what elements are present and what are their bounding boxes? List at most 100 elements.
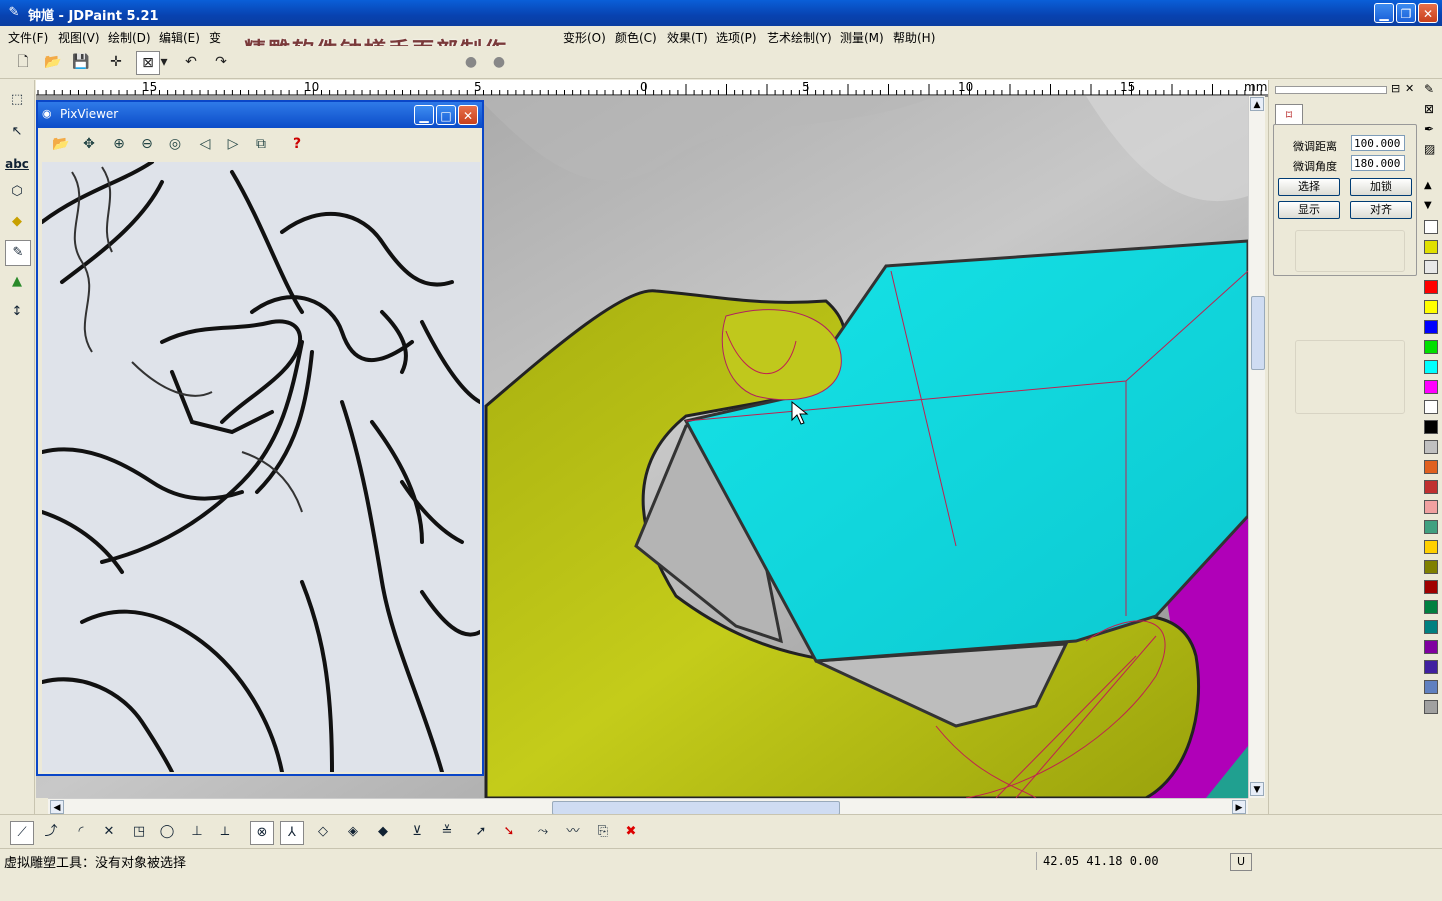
scroll-down-icon[interactable]: ▼ [1250,782,1264,796]
curve-edit-icon[interactable]: ⤳ [532,821,554,843]
palette-picker-icon[interactable]: ✒ [1424,122,1434,136]
vertical-scrollbar[interactable]: ▲ ▼ [1248,96,1265,798]
pixviewer-minimize-button[interactable]: ▁ [414,105,434,125]
color-swatch[interactable] [1424,420,1438,434]
open-file-icon[interactable]: 📂 [42,51,64,73]
align-bottom-icon[interactable]: ⊻ [406,821,428,843]
pix-eye-icon[interactable]: ◎ [164,133,186,155]
perpendicular-icon[interactable]: ⊥ [186,821,208,843]
text-tool-icon[interactable]: abc [5,152,29,176]
color-swatch[interactable] [1424,560,1438,574]
arrow-delete-icon[interactable]: ➘ [498,821,520,843]
pixviewer-window[interactable]: ◉ PixViewer ▁ □ ✕ 📂 ✥ ⊕ ⊖ ◎ ◁ ▷ ⧉ ? [36,100,484,776]
pix-open-icon[interactable]: 📂 [50,133,72,155]
measure-icon[interactable]: ↕ [5,300,29,324]
scroll-up-icon[interactable]: ▲ [1250,97,1264,111]
menu-art-draw[interactable]: 艺术绘制(Y) [767,29,832,46]
color-swatch[interactable] [1424,680,1438,694]
palette-scroll-down-icon[interactable]: ▼ [1424,200,1432,211]
color-swatch[interactable] [1424,480,1438,494]
select-rect-icon[interactable]: ⬚ [5,88,29,112]
color-swatch[interactable] [1424,220,1438,234]
menu-edit[interactable]: 编辑(E) [159,29,200,46]
menu-effect[interactable]: 效果(T) [667,29,708,46]
color-swatch[interactable] [1424,640,1438,654]
color-swatch[interactable] [1424,300,1438,314]
palette-scroll-up-icon[interactable]: ▲ [1424,180,1432,191]
sphere-icon[interactable]: ● [460,51,482,73]
diamond-remove-icon[interactable]: ◆ [372,821,394,843]
palette-hatch-icon[interactable]: ▨ [1424,142,1435,156]
view-box-icon[interactable]: ⊠ [136,51,160,75]
color-swatch[interactable] [1424,700,1438,714]
export-icon[interactable]: ⎘ [592,821,614,843]
sphere-alt-icon[interactable]: ● [488,51,510,73]
align-button[interactable]: 对齐 [1350,201,1412,219]
new-file-icon[interactable]: 🗋 [12,51,34,73]
panel-close-icon[interactable]: ✕ [1405,82,1414,95]
horizontal-scrollbar[interactable]: ◀ ▶ [48,798,1248,815]
shape-tool-icon[interactable]: ⬡ [5,180,29,204]
palette-none-icon[interactable]: ⊠ [1424,102,1434,116]
corner-tool-icon[interactable]: ◳ [128,821,150,843]
pix-prev-icon[interactable]: ◁ [194,133,216,155]
color-swatch[interactable] [1424,660,1438,674]
crosshair-icon[interactable]: ✛ [105,51,127,73]
align-multi-icon[interactable]: ≚ [436,821,458,843]
menu-view[interactable]: 视图(V) [58,29,100,46]
color-swatch[interactable] [1424,460,1438,474]
lock-button[interactable]: 加锁 [1350,178,1412,196]
pix-zoom-out-icon[interactable]: ⊖ [136,133,158,155]
menu-help[interactable]: 帮助(H) [893,29,935,46]
maximize-button[interactable]: ❐ [1396,3,1416,23]
palette-pen-icon[interactable]: ✎ [1424,82,1434,96]
diamond-add-icon[interactable]: ◈ [342,821,364,843]
menu-file[interactable]: 文件(F) [8,29,48,46]
horizontal-scroll-thumb[interactable] [552,801,840,815]
pix-zoom-in-icon[interactable]: ⊕ [108,133,130,155]
color-swatch[interactable] [1424,360,1438,374]
color-swatch[interactable] [1424,520,1438,534]
show-button[interactable]: 显示 [1278,201,1340,219]
dropdown-arrow-icon[interactable]: ▾ [158,51,170,73]
select-button[interactable]: 选择 [1278,178,1340,196]
color-swatch[interactable] [1424,600,1438,614]
sculpt-pen-icon[interactable]: ✎ [5,240,31,266]
pixviewer-close-button[interactable]: ✕ [458,105,478,125]
color-swatch[interactable] [1424,540,1438,554]
pix-pan-icon[interactable]: ✥ [78,133,100,155]
color-swatch[interactable] [1424,340,1438,354]
circle-tool-icon[interactable]: ◯ [156,821,178,843]
scroll-right-icon[interactable]: ▶ [1232,800,1246,814]
menu-transform-partial[interactable]: 变 [209,29,221,46]
trim-tool-icon[interactable]: ✕ [98,821,120,843]
menu-options[interactable]: 选项(P) [716,29,757,46]
app-icon[interactable]: ✎ [6,5,22,21]
save-icon[interactable]: 💾 [70,51,92,73]
fine-distance-input[interactable]: 100.000 [1351,135,1405,151]
minimize-button[interactable]: ▁ [1374,3,1394,23]
color-swatch[interactable] [1424,400,1438,414]
color-swatch[interactable] [1424,320,1438,334]
fine-angle-input[interactable]: 180.000 [1351,155,1405,171]
pix-help-icon[interactable]: ? [286,133,308,155]
bezier-tool-icon[interactable]: ⤴ [40,821,62,843]
diamond-node-icon[interactable]: ◇ [312,821,334,843]
delete-icon[interactable]: ✖ [620,821,642,843]
terrain-icon[interactable]: ▲ [5,270,29,294]
scroll-left-icon[interactable]: ◀ [50,800,64,814]
color-swatch[interactable] [1424,380,1438,394]
close-button[interactable]: ✕ [1418,3,1438,23]
node-snap-icon[interactable]: ⊗ [250,821,274,845]
panel-tab-node-icon[interactable]: ⌑ [1275,104,1303,125]
color-swatch[interactable] [1424,280,1438,294]
line-tool-icon[interactable]: ⟋ [10,821,34,845]
color-swatch[interactable] [1424,440,1438,454]
menu-color[interactable]: 颜色(C) [615,29,657,46]
pixviewer-maximize-button[interactable]: □ [436,105,456,125]
curve-smooth-icon[interactable]: 〰 [562,821,584,843]
menu-deform[interactable]: 变形(O) [563,29,606,46]
color-swatch[interactable] [1424,620,1438,634]
color-swatch[interactable] [1424,240,1438,254]
axis-icon[interactable]: ⅄ [280,821,304,845]
